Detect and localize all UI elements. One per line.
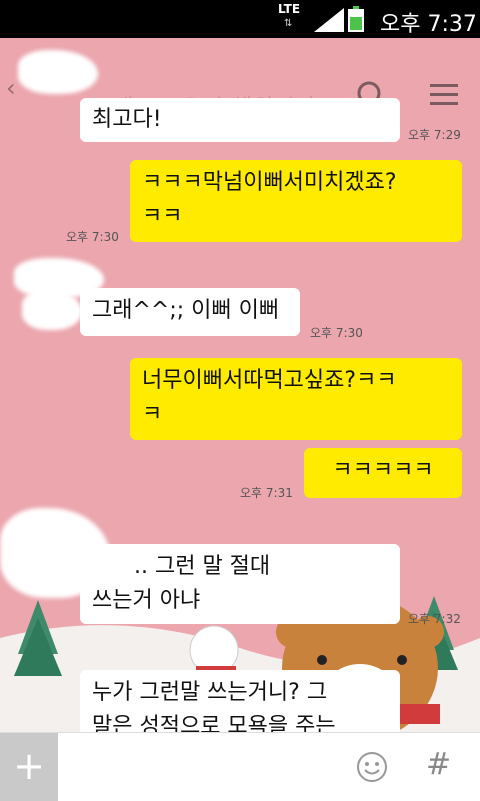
chat-area[interactable]: ‹ 그래^^ 우리 채원이가 최고다! 오후 7:29 ㅋㅋㅋ막넘이뻐서미치겠죠… <box>0 38 480 732</box>
status-time: 오후 7:37 <box>380 12 477 37</box>
message-text: ㅋㅋㅋㅋㅋ <box>332 458 434 483</box>
message-text: 너무이뻐서따먹고싶죠?ㅋㅋ <box>142 368 397 393</box>
hashtag-button[interactable]: # <box>426 747 451 782</box>
emoticon-icon[interactable] <box>356 751 388 783</box>
message-timestamp: 오후 7:30 <box>66 230 119 244</box>
message-bubble[interactable]: .. 그런 말 절대 쓰는거 아냐 <box>80 544 400 624</box>
hamburger-menu-icon[interactable] <box>430 82 458 108</box>
message-input[interactable] <box>60 733 350 801</box>
message-text: ㅋ <box>142 402 163 427</box>
network-type: LTE <box>278 2 301 16</box>
message-bubble[interactable]: ㅋㅋㅋㅋㅋ <box>304 448 462 498</box>
message-bubble[interactable]: 누가 그런말 쓰는거니? 그 말은 성적으로 모욕을 주는 <box>80 670 400 732</box>
message-text: 쓰는거 아냐 <box>92 588 201 613</box>
redaction-mark <box>18 50 98 94</box>
message-timestamp: 오후 7:29 <box>408 128 461 142</box>
battery-icon <box>348 6 364 32</box>
message-bubble[interactable]: 그래^^;; 이뻐 이뻐 <box>80 288 300 336</box>
data-activity-icon: ⇅ <box>284 18 293 29</box>
message-text: ㅋㅋ <box>142 204 183 229</box>
chevron-left-icon[interactable]: ‹ <box>6 74 16 102</box>
message-text: 최고다! <box>92 107 162 132</box>
redaction-mark <box>22 290 82 330</box>
signal-icon <box>314 8 344 32</box>
message-timestamp: 오후 7:31 <box>240 486 293 500</box>
message-bubble[interactable]: ㅋㅋㅋ막넘이뻐서미치겠죠? ㅋㅋ <box>130 160 462 242</box>
message-text: ㅋㅋㅋ막넘이뻐서미치겠죠? <box>142 170 397 195</box>
message-text: 누가 그런말 쓰는거니? 그 <box>92 680 328 705</box>
message-text: 말은 성적으로 모욕을 주는 <box>92 714 336 732</box>
input-bar: + # <box>0 732 480 801</box>
message-text: 그래^^;; 이뻐 이뻐 <box>92 298 280 323</box>
status-bar: LTE ⇅ 오후 7:37 <box>0 0 480 38</box>
message-text: .. 그런 말 절대 <box>134 554 271 579</box>
message-timestamp: 오후 7:32 <box>408 612 461 626</box>
message-timestamp: 오후 7:30 <box>310 326 363 340</box>
message-bubble[interactable]: 너무이뻐서따먹고싶죠?ㅋㅋ ㅋ <box>130 358 462 440</box>
message-bubble[interactable]: 최고다! <box>80 98 400 142</box>
attach-button[interactable]: + <box>0 733 58 801</box>
